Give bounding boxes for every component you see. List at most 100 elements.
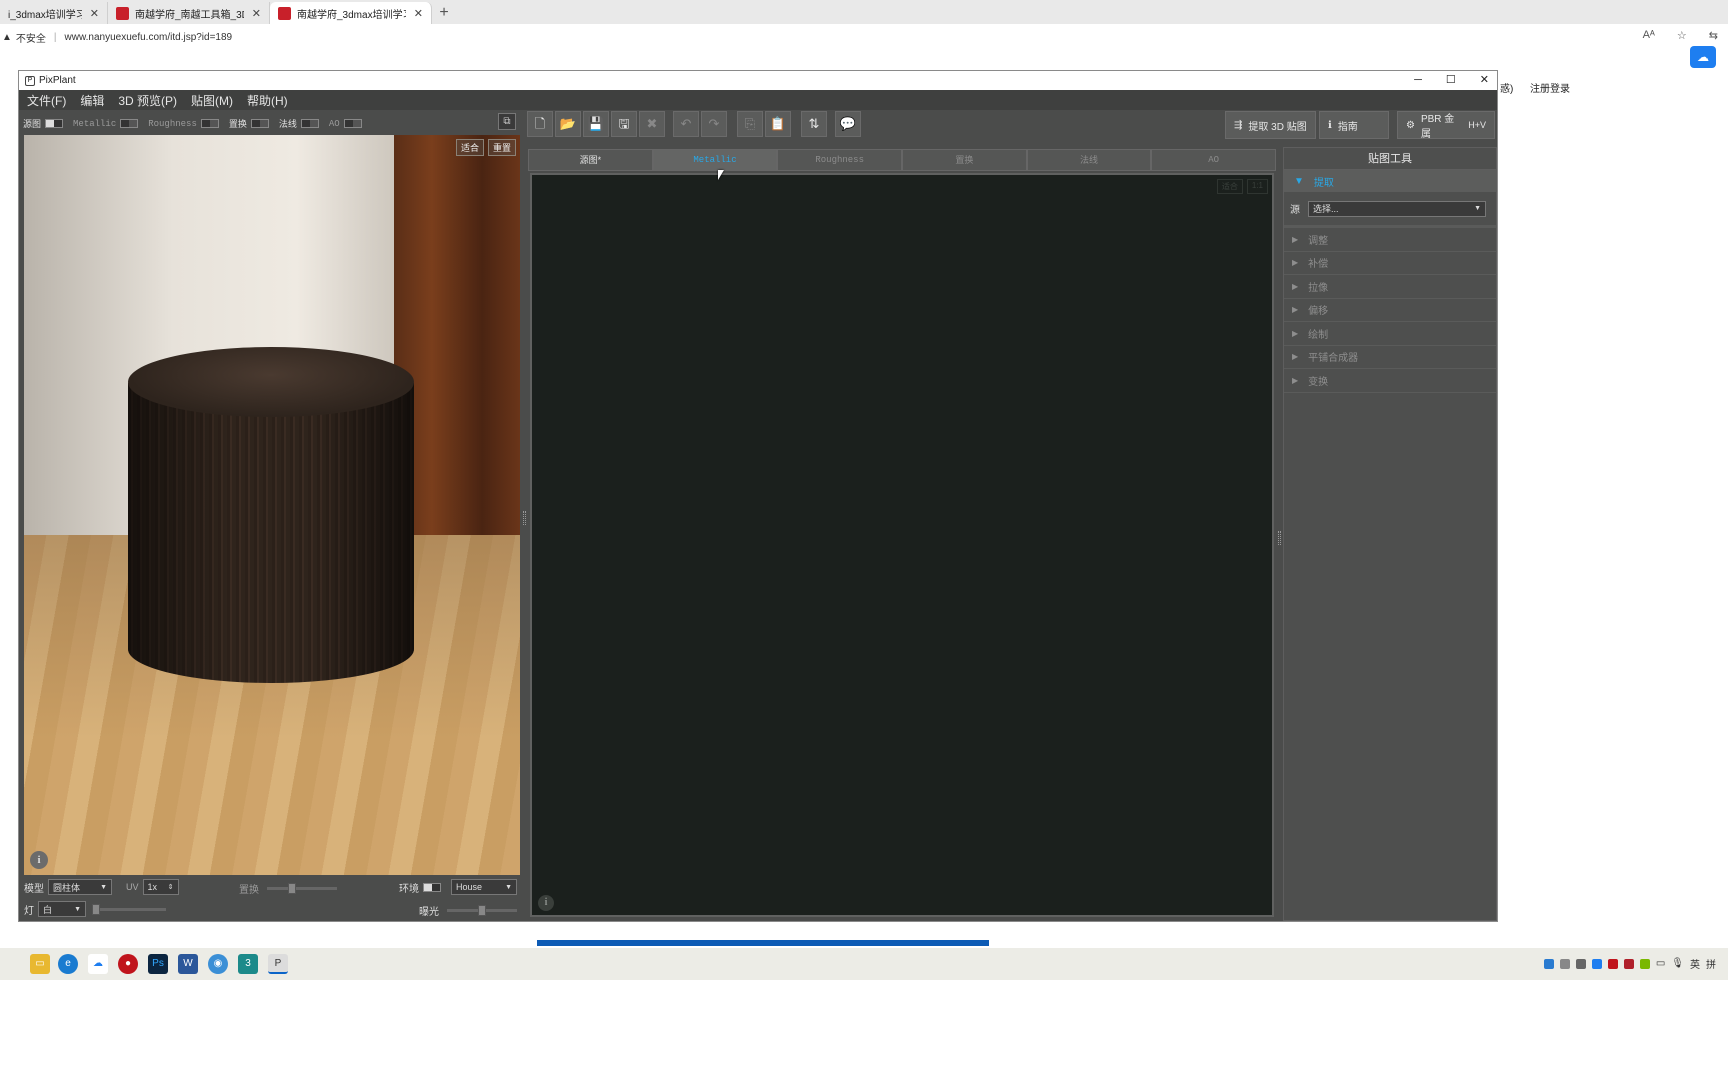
source-select[interactable]: 选择... ▼ [1308,200,1486,217]
browser-tab-3[interactable]: 南越学府_3dmax培训学习网_南越 ✕ [270,2,432,24]
section-stretch[interactable]: ▶ 拉像 [1284,275,1496,299]
copy-icon[interactable]: ⎘ [737,111,763,137]
toggle-displacement[interactable] [250,119,269,128]
section-extract[interactable]: ▼ 提取 [1284,170,1496,192]
exposure-slider[interactable] [447,905,517,916]
toggle-source[interactable] [45,119,64,128]
save-as-icon[interactable]: 🖫 [611,111,637,137]
canvas-fit-button[interactable]: 适合 [1216,179,1243,194]
map-canvas[interactable]: 适合 1:1 i [530,173,1274,917]
section-transform[interactable]: ▶ 变换 [1284,369,1496,393]
guide-button[interactable]: ℹ 指南 [1319,111,1389,139]
open-folder-icon[interactable]: 📂 [555,111,581,137]
file-explorer-icon[interactable]: ▭ [30,954,50,974]
splitter-handle[interactable] [523,511,526,525]
minimize-button[interactable]: ─ [1414,71,1422,90]
comment-icon[interactable]: 💬 [835,111,861,137]
word-icon[interactable]: W [178,954,198,974]
browser-icon[interactable]: ◉ [208,954,228,974]
favorite-icon[interactable]: ☆ [1677,29,1687,42]
model-select[interactable]: 圆柱体 ▼ [48,879,112,895]
displace-slider[interactable] [267,883,337,894]
3dsmax-icon[interactable]: 3 [238,954,258,974]
close-icon[interactable]: ✕ [90,7,99,20]
menu-edit[interactable]: 编辑 [80,92,104,109]
light-slider[interactable] [92,903,166,915]
section-compensate[interactable]: ▶ 补偿 [1284,252,1496,275]
close-x-icon[interactable]: ✖ [639,111,665,137]
undo-icon[interactable]: ↶ [673,111,699,137]
save-icon[interactable]: 💾 [583,111,609,137]
security-label[interactable]: 不安全 [16,30,46,45]
network-icon[interactable]: ▭ [1656,958,1665,969]
info-icon[interactable]: i [538,895,554,911]
url-field[interactable]: www.nanyuexuefu.com/itd.jsp?id=189 [65,32,233,43]
photoshop-icon[interactable]: Ps [148,954,168,974]
canvas-zoom-button[interactable]: 1:1 [1246,179,1268,194]
info-icon[interactable]: i [30,851,48,869]
extract-3d-maps-button[interactable]: ⇶ 提取 3D 贴图 [1225,111,1316,139]
cloud-app-icon[interactable]: ☁ [88,954,108,974]
cloud-extension-icon[interactable]: ☁ [1690,46,1716,68]
reset-button[interactable]: 重置 [487,139,516,156]
tab-displacement[interactable]: 置换 [902,149,1027,171]
close-icon[interactable]: ✕ [252,7,261,20]
menu-3d-preview[interactable]: 3D 预览(P) [118,92,177,109]
fit-button[interactable]: 适合 [455,139,484,156]
pbr-metal-button[interactable]: ⚙ PBR 金属 H+V [1397,111,1495,140]
slider-knob[interactable] [92,903,100,915]
pixplant-taskbar-icon[interactable]: P [268,954,288,974]
new-file-icon[interactable]: 🗋 [527,111,553,137]
environment-toggle[interactable] [423,882,441,892]
toggle-ao[interactable] [343,119,362,128]
tab-normal[interactable]: 法线 [1026,149,1152,171]
input-language[interactable]: 英 [1690,956,1700,971]
slider-knob[interactable] [287,883,296,894]
environment-select[interactable]: House ▼ [451,879,517,895]
tab-roughness[interactable]: Roughness [777,149,903,171]
tray-app-icon[interactable] [1607,958,1618,969]
close-button[interactable]: ✕ [1480,71,1489,90]
section-paint[interactable]: ▶ 绘制 [1284,322,1496,346]
close-icon[interactable]: ✕ [414,7,423,20]
register-login-link[interactable]: 注册登录 [1530,80,1570,95]
menu-help[interactable]: 帮助(H) [247,92,288,109]
input-method[interactable]: 拼 [1706,956,1716,971]
collections-icon[interactable]: ⇆ [1709,29,1718,42]
tray-app-icon[interactable] [1575,958,1586,969]
redo-icon[interactable]: ↷ [701,111,727,137]
maximize-button[interactable]: ☐ [1446,71,1456,90]
splitter-handle[interactable] [1278,531,1281,545]
section-tile-synthesizer[interactable]: ▶ 平铺合成器 [1284,346,1496,369]
section-offset[interactable]: ▶ 偏移 [1284,299,1496,322]
3d-viewport[interactable]: 适合 重置 i [24,135,520,875]
toggle-normal[interactable] [300,119,319,128]
browser-tab-2[interactable]: 南越学府_南越工具箱_3D教程_主 ✕ [108,2,270,24]
recorder-icon[interactable]: ● [118,954,138,974]
section-adjust[interactable]: ▶ 调整 [1284,228,1496,252]
light-select[interactable]: 白 ▼ [38,901,86,917]
stepper-arrows-icon[interactable]: ⇕ [168,883,174,891]
popout-window-button[interactable]: ⧉ [498,113,516,130]
tab-ao[interactable]: AO [1151,149,1277,171]
browser-tab-1[interactable]: i_3dmax培训学习网_学 ✕ [0,2,108,24]
nvidia-icon[interactable] [1639,958,1650,969]
paste-icon[interactable]: 📋 [765,111,791,137]
tray-app-icon[interactable] [1623,958,1634,969]
tab-metallic[interactable]: Metallic [652,149,778,171]
tray-app-icon[interactable] [1591,958,1602,969]
swap-icon[interactable]: ⇅ [801,111,827,137]
new-tab-button[interactable]: + [432,2,456,24]
slider-knob[interactable] [478,905,486,916]
tab-source[interactable]: 源图* [528,149,653,171]
tray-app-icon[interactable] [1543,958,1554,969]
toggle-roughness[interactable] [200,119,219,128]
toggle-metallic[interactable] [120,119,139,128]
read-aloud-icon[interactable]: Aᴬ [1643,29,1655,42]
menu-file[interactable]: 文件(F) [27,92,66,109]
uv-stepper[interactable]: 1x ⇕ [142,879,179,895]
microphone-icon[interactable]: 🎙 [1671,958,1684,969]
tray-app-icon[interactable] [1559,958,1570,969]
edge-browser-icon[interactable]: e [58,954,78,974]
menu-maps[interactable]: 贴图(M) [191,92,233,109]
